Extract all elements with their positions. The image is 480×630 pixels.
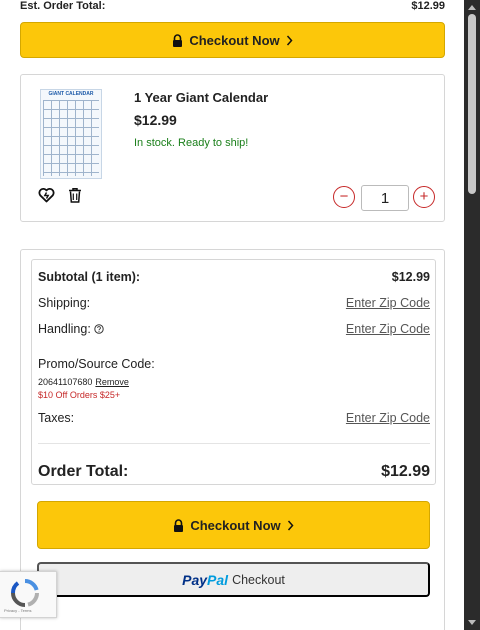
subtotal-value: $12.99 [391, 270, 430, 284]
paypal-logo-pal: Pal [207, 571, 229, 588]
order-summary-panel: Subtotal (1 item): $12.99 Shipping: Ente… [20, 249, 445, 630]
delete-trash-icon[interactable] [68, 187, 82, 208]
est-order-total-value: $12.99 [411, 0, 445, 12]
handling-label-group: Handling: [38, 322, 104, 337]
checkout-now-label: Checkout Now [190, 517, 281, 533]
paypal-logo-pay: Pay [182, 571, 208, 588]
taxes-enter-zip-link[interactable]: Enter Zip Code [346, 411, 430, 425]
cart-item-card: GIANT CALENDAR 1 Year Giant Calendar $12… [20, 74, 445, 222]
product-price: $12.99 [134, 112, 177, 128]
save-for-later-heart-icon[interactable] [38, 187, 55, 208]
product-thumbnail[interactable]: GIANT CALENDAR [40, 89, 102, 179]
thumbnail-heading: GIANT CALENDAR [48, 91, 94, 97]
est-order-total-label: Est. Order Total: [20, 0, 106, 12]
checkout-now-label: Checkout Now [189, 32, 280, 48]
promo-description: $10 Off Orders $25+ [38, 390, 121, 400]
quantity-decrease-button[interactable]: − [333, 186, 355, 208]
subtotal-row: Subtotal (1 item): $12.99 [38, 270, 430, 284]
checkout-now-button-bottom[interactable]: Checkout Now [37, 501, 430, 549]
est-order-total-row: Est. Order Total: $12.99 [20, 0, 445, 12]
help-question-icon[interactable] [94, 323, 104, 337]
order-total-value: $12.99 [381, 463, 430, 480]
quantity-increase-button[interactable]: + [413, 186, 435, 208]
chevron-right-icon [286, 35, 293, 46]
scroll-down-arrow-icon[interactable] [468, 620, 476, 625]
paypal-checkout-button[interactable]: PayPal Checkout [37, 562, 430, 597]
taxes-row: Taxes: Enter Zip Code [38, 411, 430, 425]
thumbnail-calendar-grid [43, 100, 99, 176]
promo-remove-link[interactable]: Remove [95, 377, 129, 387]
stock-status: In stock. Ready to ship! [134, 137, 249, 149]
checkout-now-button-top[interactable]: Checkout Now [20, 22, 445, 58]
cart-page: Est. Order Total: $12.99 Checkout Now GI… [0, 0, 464, 630]
recaptcha-badge[interactable]: Privacy - Terms [0, 571, 57, 618]
lock-icon [173, 518, 184, 532]
order-total-row: Order Total: $12.99 [38, 463, 430, 481]
promo-code-line: 20641107680 Remove [38, 377, 129, 387]
shipping-enter-zip-link[interactable]: Enter Zip Code [346, 296, 430, 310]
vertical-scrollbar[interactable] [464, 0, 480, 630]
shipping-row: Shipping: Enter Zip Code [38, 296, 430, 310]
scroll-up-arrow-icon[interactable] [468, 5, 476, 10]
scrollbar-thumb[interactable] [468, 14, 476, 194]
handling-row: Handling: Enter Zip Code [38, 322, 430, 337]
recaptcha-privacy-terms[interactable]: Privacy - Terms [4, 608, 31, 613]
paypal-checkout-label: Checkout [232, 572, 285, 587]
promo-code-value: 20641107680 [38, 377, 93, 387]
order-summary-box: Subtotal (1 item): $12.99 Shipping: Ente… [31, 259, 436, 485]
product-title[interactable]: 1 Year Giant Calendar [134, 90, 268, 105]
promo-code-label: Promo/Source Code: [38, 357, 155, 371]
handling-enter-zip-link[interactable]: Enter Zip Code [346, 322, 430, 336]
summary-divider [38, 443, 430, 444]
order-total-label: Order Total: [38, 463, 129, 480]
chevron-right-icon [287, 520, 294, 531]
taxes-label: Taxes: [38, 411, 75, 425]
shipping-label: Shipping: [38, 296, 91, 310]
paypal-logo: PayPal [182, 572, 228, 588]
quantity-input[interactable] [361, 185, 409, 211]
lock-icon [172, 33, 183, 47]
subtotal-label: Subtotal (1 item): [38, 270, 141, 284]
handling-label: Handling: [38, 322, 91, 336]
